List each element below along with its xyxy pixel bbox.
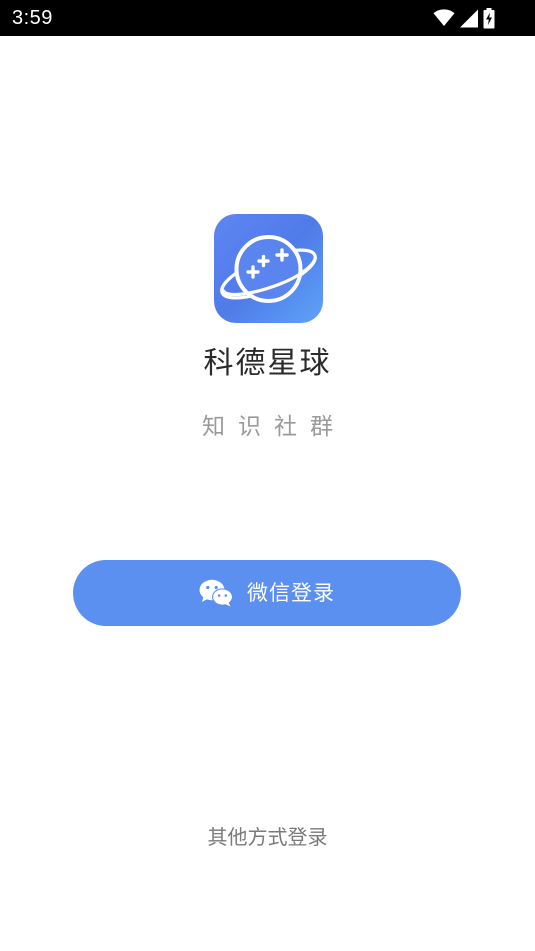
status-icons: [433, 7, 495, 29]
app-logo: [214, 214, 323, 323]
battery-charging-icon: [483, 7, 495, 29]
app-name: 科德星球: [203, 346, 332, 381]
planet-gamepad-icon: [220, 235, 317, 303]
other-login-methods-link[interactable]: 其他方式登录: [0, 823, 535, 851]
wechat-login-label: 微信登录: [247, 581, 335, 605]
app-slogan: 知识社群: [202, 414, 346, 440]
status-bar: 3:59: [0, 0, 535, 36]
login-screen: 3:59 科德星球 知识社群 微信登录 其他方式登录: [0, 0, 535, 951]
wifi-icon: [433, 9, 455, 27]
wechat-login-button[interactable]: 微信登录: [73, 560, 461, 626]
status-time: 3:59: [12, 7, 53, 29]
wechat-icon: [199, 579, 233, 607]
cellular-signal-icon: [459, 9, 479, 28]
